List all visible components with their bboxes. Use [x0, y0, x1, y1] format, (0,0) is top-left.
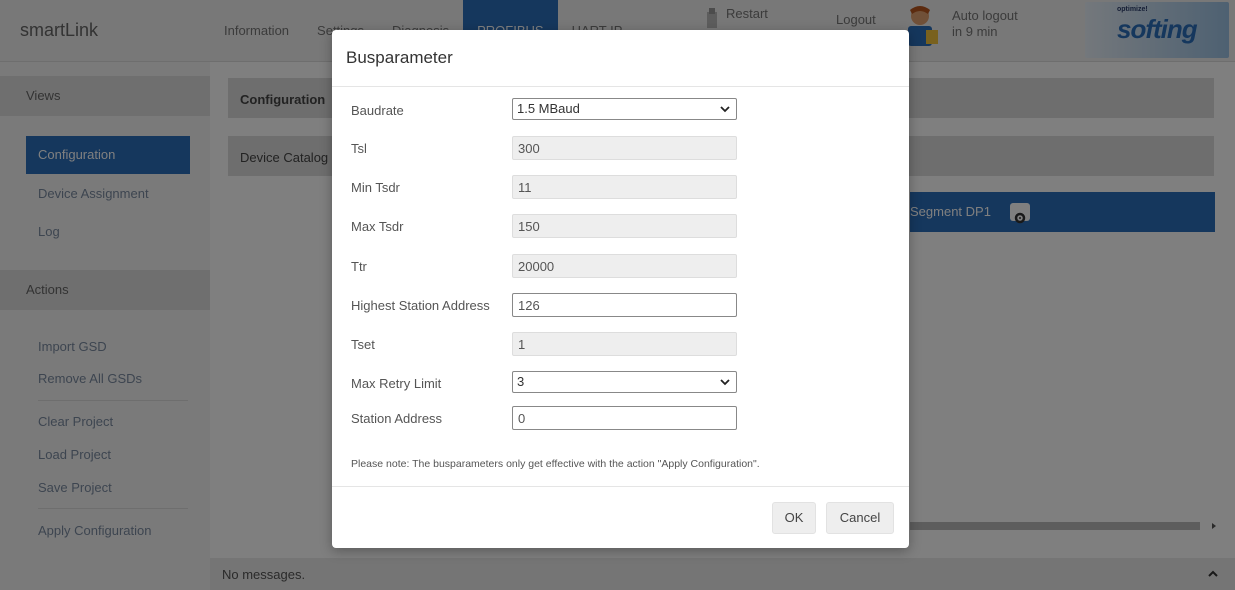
- row-tsl: Tsl: [351, 136, 891, 162]
- chevron-down-icon: [720, 106, 730, 113]
- min-tsdr-field: [512, 175, 737, 199]
- dialog-title: Busparameter: [346, 48, 453, 67]
- divider: [332, 86, 909, 87]
- baudrate-value: 1.5 MBaud: [517, 101, 580, 116]
- baudrate-select[interactable]: 1.5 MBaud: [512, 98, 737, 120]
- row-station-address: Station Address: [351, 406, 891, 432]
- tset-field: [512, 332, 737, 356]
- max-tsdr-label: Max Tsdr: [351, 219, 404, 234]
- max-retry-value: 3: [517, 374, 525, 389]
- row-max-tsdr: Max Tsdr: [351, 214, 891, 240]
- cancel-button[interactable]: Cancel: [826, 502, 894, 534]
- chevron-down-icon: [720, 379, 730, 386]
- tsl-field: [512, 136, 737, 160]
- ok-button[interactable]: OK: [772, 502, 816, 534]
- station-address-input[interactable]: [512, 406, 737, 430]
- ttr-field: [512, 254, 737, 278]
- row-min-tsdr: Min Tsdr: [351, 175, 891, 201]
- divider: [332, 486, 909, 487]
- max-retry-select[interactable]: 3: [512, 371, 737, 393]
- min-tsdr-label: Min Tsdr: [351, 180, 400, 195]
- station-address-label: Station Address: [351, 411, 443, 426]
- max-retry-label: Max Retry Limit: [351, 376, 442, 391]
- baudrate-label: Baudrate: [351, 103, 404, 118]
- highest-station-input[interactable]: [512, 293, 737, 317]
- row-highest-station: Highest Station Address: [351, 293, 891, 319]
- tset-label: Tset: [351, 337, 375, 352]
- busparameter-dialog: Busparameter Baudrate 1.5 MBaud Tsl Min …: [332, 30, 909, 548]
- dialog-note: Please note: The busparameters only get …: [351, 458, 760, 470]
- tsl-label: Tsl: [351, 141, 367, 156]
- row-max-retry: Max Retry Limit 3: [351, 371, 891, 397]
- highest-station-label: Highest Station Address: [351, 298, 490, 313]
- max-tsdr-field: [512, 214, 737, 238]
- row-tset: Tset: [351, 332, 891, 358]
- row-baudrate: Baudrate 1.5 MBaud: [351, 98, 891, 124]
- ttr-label: Ttr: [351, 259, 367, 274]
- row-ttr: Ttr: [351, 254, 891, 280]
